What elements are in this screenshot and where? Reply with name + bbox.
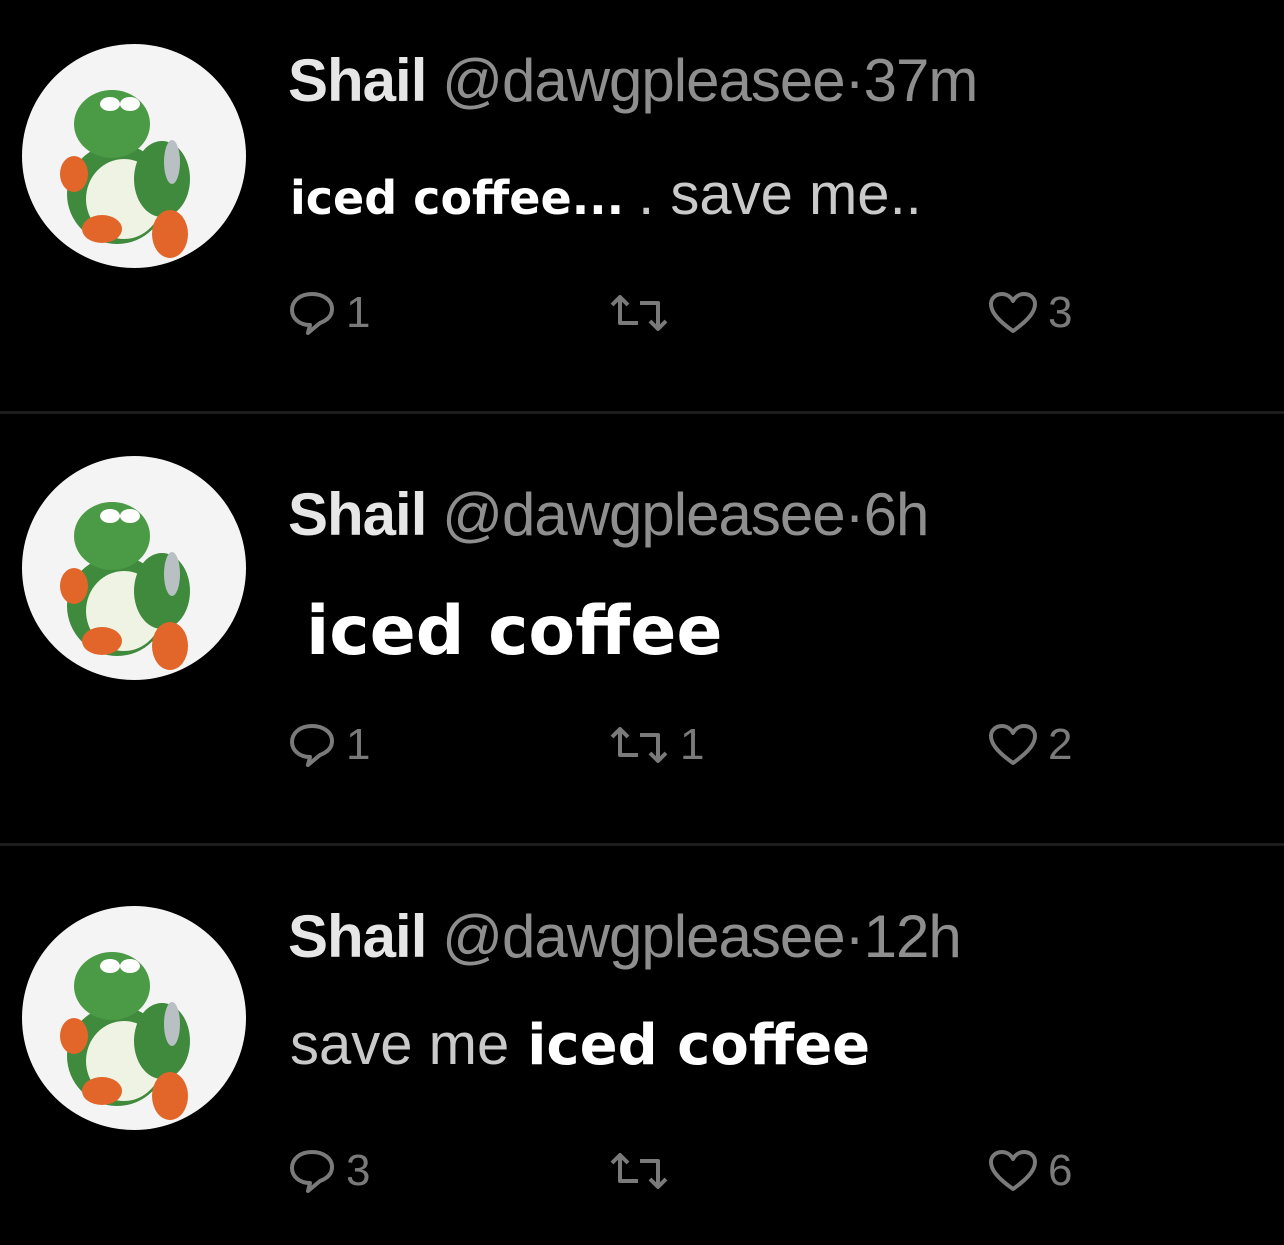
retweet-arrows-icon: [610, 1153, 668, 1189]
avatar[interactable]: [22, 44, 246, 268]
separator-dot: ·: [844, 903, 865, 970]
original-text: save me: [290, 1012, 510, 1077]
speech-bubble-icon: [290, 292, 334, 335]
author-name[interactable]: Shail: [288, 903, 427, 970]
retweet-button[interactable]: 1: [608, 710, 704, 780]
dinosaur-avatar-icon: [60, 502, 190, 670]
timestamp[interactable]: 12h: [864, 903, 962, 970]
tweet-actions: 3 6: [288, 1136, 1148, 1206]
tweet-header: Shail @dawgpleasee·12h: [288, 902, 962, 972]
tweet[interactable]: Shail @dawgpleasee·12h save me iced coffe…: [0, 848, 1284, 1245]
like-button[interactable]: 3: [988, 278, 1072, 348]
retweet-arrows-icon: [610, 295, 668, 331]
author-name[interactable]: Shail: [288, 481, 427, 548]
tweet[interactable]: Shail @dawgpleasee·6h iced coffee 1 1 2: [0, 420, 1284, 840]
tweet-actions: 1 1 2: [288, 710, 1148, 780]
overlay-text: iced coffee: [527, 1013, 871, 1078]
tweet-text: save me iced coffee: [290, 1016, 870, 1074]
tweet-text: iced coffee: [290, 598, 722, 666]
overlay-text: iced coffee...: [290, 171, 625, 225]
speech-bubble-icon: [290, 1150, 334, 1193]
author-name[interactable]: Shail: [288, 47, 427, 114]
separator-dot: ·: [844, 481, 865, 548]
tweet[interactable]: Shail @dawgpleasee·37m iced coffee.... s…: [0, 0, 1284, 410]
divider: [0, 843, 1284, 846]
author-handle[interactable]: @dawgpleasee: [442, 903, 846, 970]
original-text: . save me..: [638, 162, 922, 227]
dinosaur-avatar-icon: [60, 90, 190, 258]
retweet-count: 1: [680, 720, 705, 769]
speech-bubble-icon: [290, 724, 334, 767]
timestamp[interactable]: 37m: [864, 47, 979, 114]
heart-icon: [989, 292, 1037, 333]
heart-icon: [989, 1150, 1037, 1191]
reply-button[interactable]: 1: [288, 710, 370, 780]
retweet-button[interactable]: [608, 1136, 680, 1206]
separator-dot: ·: [844, 47, 865, 114]
overlay-text: iced coffee: [306, 592, 723, 671]
like-button[interactable]: 2: [988, 710, 1072, 780]
avatar[interactable]: [22, 456, 246, 680]
reply-count: 1: [346, 720, 371, 769]
avatar[interactable]: [22, 906, 246, 1130]
divider: [0, 411, 1284, 414]
tweet-actions: 1 3: [288, 278, 1148, 348]
tweet-header: Shail @dawgpleasee·6h: [288, 480, 930, 550]
heart-icon: [989, 724, 1037, 765]
retweet-arrows-icon: [610, 727, 668, 763]
reply-count: 1: [346, 288, 371, 337]
like-count: 2: [1048, 720, 1073, 769]
like-button[interactable]: 6: [988, 1136, 1072, 1206]
timestamp[interactable]: 6h: [864, 481, 930, 548]
like-count: 6: [1048, 1146, 1073, 1195]
reply-button[interactable]: 3: [288, 1136, 370, 1206]
tweet-header: Shail @dawgpleasee·37m: [288, 46, 979, 116]
author-handle[interactable]: @dawgpleasee: [442, 481, 846, 548]
retweet-button[interactable]: [608, 278, 680, 348]
like-count: 3: [1048, 288, 1073, 337]
dinosaur-avatar-icon: [60, 952, 190, 1120]
author-handle[interactable]: @dawgpleasee: [442, 47, 846, 114]
reply-button[interactable]: 1: [288, 278, 370, 348]
tweet-feed: Shail @dawgpleasee·37m iced coffee.... s…: [0, 0, 1284, 1245]
reply-count: 3: [346, 1146, 371, 1195]
tweet-text: iced coffee.... save me..: [290, 166, 922, 224]
